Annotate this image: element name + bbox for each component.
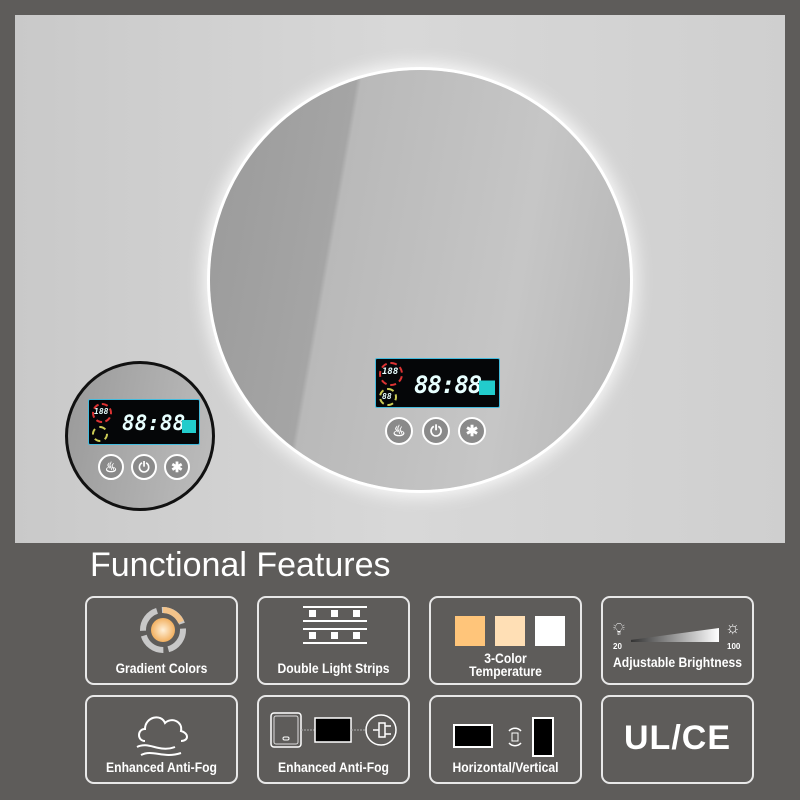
cloud-fog-icon xyxy=(136,716,188,756)
power-button[interactable]: ⏻ xyxy=(422,417,450,445)
bulb-dim-icon: 💡︎ xyxy=(613,620,625,639)
power-icon: ⏻ xyxy=(138,458,150,475)
brightness-max: 100 xyxy=(727,642,741,651)
bluetooth-button[interactable]: ✱ xyxy=(164,454,190,480)
feature-label: Enhanced Anti-Fog xyxy=(106,760,217,775)
power-icon: ⏻ xyxy=(430,422,442,440)
warm-swatch xyxy=(455,616,485,646)
feature-label: Enhanced Anti-Fog xyxy=(278,760,389,775)
neutral-swatch xyxy=(495,616,525,646)
feature-3-color-temperature: 3-Color Temperature xyxy=(429,596,582,685)
lcd-display: 188 88 88:88 xyxy=(375,358,500,408)
feature-label: Double Light Strips xyxy=(277,661,390,676)
steam-icon: ♨ xyxy=(104,458,118,475)
light-strips-icon xyxy=(303,606,367,644)
ul-ce-icon: UL/CE xyxy=(624,719,731,757)
control-panel-closeup: 188 88:88 ♨ ⏻ ✱ xyxy=(65,361,215,511)
feature-gradient-colors: Gradient Colors xyxy=(85,596,238,685)
bluetooth-icon: ✱ xyxy=(171,458,183,475)
feature-certifications: UL/CE xyxy=(601,695,754,784)
feature-adjustable-brightness: 💡︎ ☼ 20 100 Adjustable Brightness xyxy=(601,596,754,685)
anti-fog-button[interactable]: ♨ xyxy=(98,454,124,480)
feature-anti-fog-switch: Enhanced Anti-Fog xyxy=(257,695,410,784)
section-title: Functional Features xyxy=(90,546,391,584)
clock-display: 88:88 xyxy=(122,411,186,435)
feature-double-light-strips: Double Light Strips xyxy=(257,596,410,685)
small-display-bottom: 88 xyxy=(382,392,392,401)
clock-display: 88:88 xyxy=(414,371,482,399)
bulb-bright-icon: ☼ xyxy=(725,618,741,637)
gradient-cycle-icon xyxy=(140,607,186,653)
power-button[interactable]: ⏻ xyxy=(131,454,157,480)
brightness-min: 20 xyxy=(613,642,622,651)
bluetooth-button[interactable]: ✱ xyxy=(458,417,486,445)
product-photo: 188 88 88:88 ♨ ⏻ ✱ 188 88:88 ♨ ⏻ ✱ xyxy=(15,15,785,543)
small-display-top: 188 xyxy=(382,367,399,377)
steam-icon: ♨ xyxy=(392,423,406,440)
bluetooth-icon: ✱ xyxy=(465,423,479,440)
anti-fog-button[interactable]: ♨ xyxy=(385,417,413,445)
feature-enhanced-anti-fog: Enhanced Anti-Fog xyxy=(85,695,238,784)
switch-plug-icon xyxy=(270,712,397,748)
cool-swatch xyxy=(535,616,565,646)
feature-label: Gradient Colors xyxy=(115,661,208,676)
feature-label-line2: Temperature xyxy=(469,664,542,679)
feature-horizontal-vertical: Horizontal/Vertical xyxy=(429,695,582,784)
round-mirror: 188 88 88:88 ♨ ⏻ ✱ xyxy=(210,70,630,490)
feature-label: Horizontal/Vertical xyxy=(452,760,559,775)
small-display-top: 188 xyxy=(94,407,109,416)
feature-label: Adjustable Brightness xyxy=(613,655,742,670)
rotate-icon xyxy=(453,717,554,757)
brightness-ramp xyxy=(631,628,719,642)
